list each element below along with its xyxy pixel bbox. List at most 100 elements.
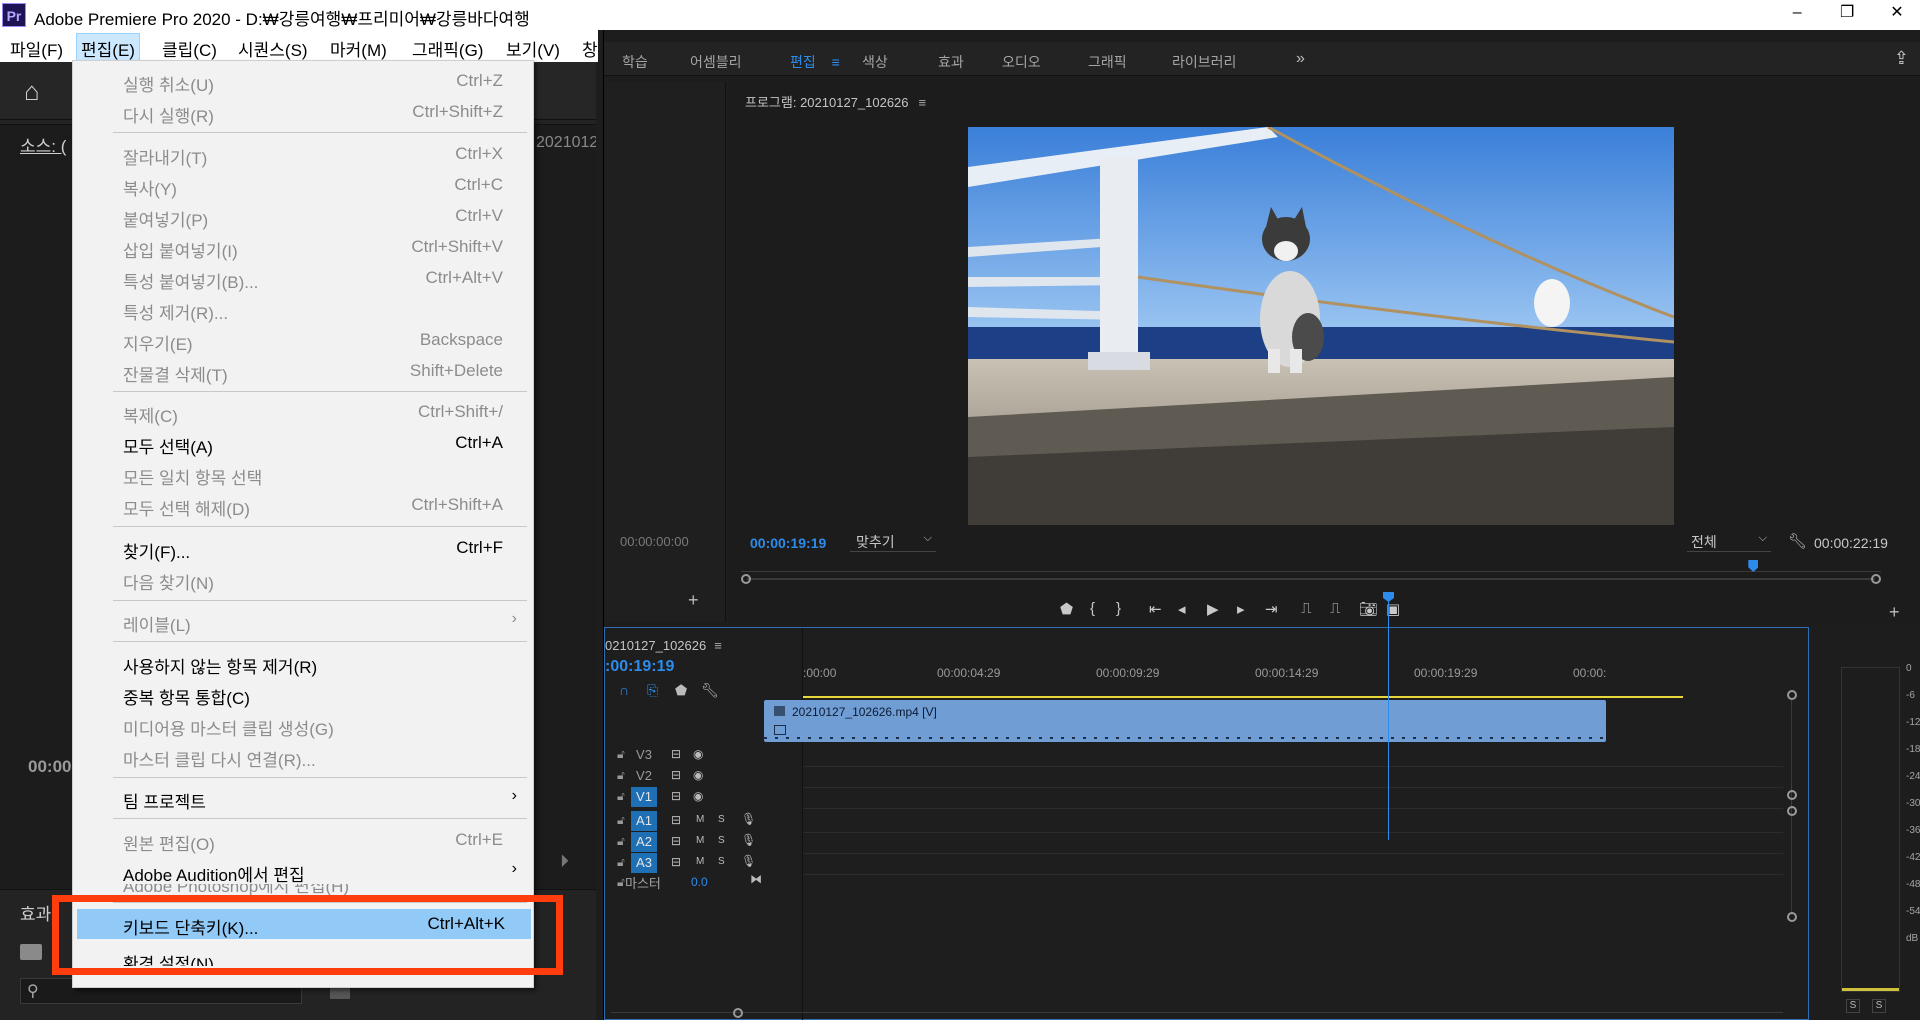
menu-item-undo[interactable]: 실행 취소(U) Ctrl+Z bbox=[73, 66, 533, 96]
microphone-icon[interactable]: 🎙︎ bbox=[741, 812, 756, 826]
menu-item-consolidate-duplicates[interactable]: 중복 항목 통합(C) bbox=[73, 679, 533, 709]
timeline-horizontal-scrollbar[interactable] bbox=[605, 1008, 1783, 1018]
menu-item-duplicate[interactable]: 복제(C) Ctrl+Shift+/ bbox=[73, 397, 533, 427]
step-forward-icon[interactable]: ▸ bbox=[1237, 600, 1245, 618]
master-volume-value[interactable]: 0.0 bbox=[691, 875, 708, 889]
workspace-tab-editing[interactable]: 편집 ≡ bbox=[790, 52, 840, 72]
menu-item-cut[interactable]: 잘라내기(T) Ctrl+X bbox=[73, 139, 533, 169]
minimize-button[interactable]: – bbox=[1774, 0, 1820, 30]
menu-edit[interactable]: 편집(E) bbox=[76, 33, 140, 62]
menu-item-redo[interactable]: 다시 실행(R) Ctrl+Shift+Z bbox=[73, 97, 533, 127]
mute-button[interactable]: M bbox=[696, 835, 704, 846]
menu-sequence[interactable]: 시퀀스(S) bbox=[234, 35, 312, 62]
workspace-tab-assembly[interactable]: 어셈블리 bbox=[690, 52, 742, 72]
eye-icon[interactable]: ◉ bbox=[693, 789, 703, 803]
sequence-tab[interactable]: 0210127_102626 ≡ bbox=[605, 638, 722, 653]
panel-menu-icon[interactable]: ≡ bbox=[919, 95, 927, 110]
track-target-v1[interactable]: V1 bbox=[631, 787, 657, 807]
add-marker-icon[interactable]: ⬟ bbox=[1060, 600, 1073, 618]
sync-lock-icon[interactable]: ⊟ bbox=[671, 855, 681, 869]
add-marker-icon[interactable]: ⬟ bbox=[675, 682, 687, 699]
menu-item-relink-master-clip[interactable]: 마스터 클립 다시 연결(R)... bbox=[73, 741, 533, 771]
work-area-bar[interactable] bbox=[803, 696, 1683, 698]
lift-icon[interactable]: ⎍ bbox=[1301, 600, 1312, 617]
lock-icon[interactable]: 🔓︎ bbox=[617, 789, 625, 804]
menu-item-select-all[interactable]: 모두 선택(A) Ctrl+A bbox=[73, 428, 533, 458]
sync-lock-icon[interactable]: ⊟ bbox=[671, 789, 681, 803]
scroll-handle-mid2[interactable] bbox=[1787, 806, 1797, 816]
playback-resolution-dropdown[interactable]: 전체 ⌵ bbox=[1687, 530, 1771, 552]
scroll-handle-top[interactable] bbox=[1787, 690, 1797, 700]
microphone-icon[interactable]: 🎙︎ bbox=[741, 833, 756, 847]
scroll-handle-mid[interactable] bbox=[1787, 790, 1797, 800]
sync-lock-icon[interactable]: ⊟ bbox=[671, 813, 681, 827]
go-to-end-icon[interactable]: ⧓ bbox=[750, 872, 762, 886]
menu-item-find-next[interactable]: 다음 찾기(N) bbox=[73, 564, 533, 594]
menu-view[interactable]: 보기(V) bbox=[502, 35, 564, 62]
scroll-handle-right[interactable] bbox=[1871, 574, 1881, 584]
menu-marker[interactable]: 마커(M) bbox=[326, 35, 391, 62]
track-target-v2[interactable]: V2 bbox=[631, 766, 657, 786]
wrench-settings-icon[interactable]: 🔧︎ bbox=[1788, 532, 1807, 550]
menu-graphics[interactable]: 그래픽(G) bbox=[408, 35, 487, 62]
menu-item-ripple-delete[interactable]: 잔물결 삭제(T) Shift+Delete bbox=[73, 356, 533, 386]
camera-export-frame-icon[interactable]: 📷︎ bbox=[1359, 600, 1378, 618]
program-current-timecode[interactable]: 00:00:19:19 bbox=[750, 535, 826, 551]
sync-lock-icon[interactable]: ⊟ bbox=[671, 768, 681, 782]
timeline-vertical-scrollbar[interactable] bbox=[1785, 690, 1799, 922]
menu-item-copy[interactable]: 복사(Y) Ctrl+C bbox=[73, 170, 533, 200]
play-icon[interactable]: ▶ bbox=[1207, 600, 1219, 618]
menu-item-select-all-matching[interactable]: 모든 일치 항목 선택 bbox=[73, 459, 533, 489]
workspace-tab-color[interactable]: 색상 bbox=[862, 52, 888, 72]
lock-icon[interactable]: 🔓︎ bbox=[617, 875, 625, 890]
go-to-in-icon[interactable]: ⇤ bbox=[1149, 600, 1162, 618]
scroll-handle-left[interactable] bbox=[733, 1008, 743, 1018]
solo-button[interactable]: S bbox=[718, 856, 725, 867]
timeline-playhead-line[interactable] bbox=[1388, 600, 1389, 840]
lock-icon[interactable]: 🔓︎ bbox=[617, 834, 625, 849]
track-target-a3[interactable]: A3 bbox=[631, 853, 657, 873]
microphone-icon[interactable]: 🎙︎ bbox=[741, 854, 756, 868]
menu-item-label[interactable]: 레이블(L) › bbox=[73, 606, 533, 636]
menu-item-paste[interactable]: 붙여넣기(P) Ctrl+V bbox=[73, 201, 533, 231]
extract-icon[interactable]: ⎍ bbox=[1330, 600, 1341, 617]
scroll-handle-bottom[interactable] bbox=[1787, 912, 1797, 922]
menu-item-remove-attributes[interactable]: 특성 제거(R)... bbox=[73, 294, 533, 324]
timeline-timecode[interactable]: :00:19:19 bbox=[605, 658, 674, 676]
lock-icon[interactable]: 🔓︎ bbox=[617, 768, 625, 783]
source-play-icon[interactable]: ⏵ bbox=[560, 851, 569, 872]
eye-icon[interactable]: ◉ bbox=[693, 747, 703, 761]
step-back-icon[interactable]: ◂ bbox=[1178, 600, 1186, 618]
workspace-tab-audio[interactable]: 오디오 bbox=[1002, 52, 1041, 72]
workspace-tab-effects[interactable]: 효과 bbox=[938, 52, 964, 72]
track-target-v3[interactable]: V3 bbox=[631, 745, 657, 765]
lock-icon[interactable]: 🔓︎ bbox=[617, 747, 625, 762]
video-clip[interactable]: 20210127_102626.mp4 [V] bbox=[764, 700, 1606, 724]
menu-item-remove-unused[interactable]: 사용하지 않는 항목 제거(R) bbox=[73, 648, 533, 678]
go-to-out-icon[interactable]: ⇥ bbox=[1265, 600, 1278, 618]
workspace-tab-libraries[interactable]: 라이브러리 bbox=[1172, 52, 1236, 72]
add-button-icon[interactable]: + bbox=[688, 590, 699, 611]
mute-button[interactable]: M bbox=[696, 856, 704, 867]
menu-clip[interactable]: 클립(C) bbox=[158, 35, 221, 62]
menu-item-team-project[interactable]: 팀 프로젝트 › bbox=[73, 783, 533, 813]
audio-clip[interactable] bbox=[764, 722, 1606, 742]
workspace-tab-graphics[interactable]: 그래픽 bbox=[1088, 52, 1127, 72]
timeline-time-ruler[interactable]: :00:00 00:00:04:29 00:00:09:29 00:00:14:… bbox=[803, 664, 1783, 704]
close-button[interactable]: ✕ bbox=[1874, 0, 1920, 30]
source-panel-tab[interactable]: 소스: ( bbox=[20, 132, 66, 157]
eye-icon[interactable]: ◉ bbox=[693, 768, 703, 782]
maximize-button[interactable]: ❐ bbox=[1824, 0, 1870, 30]
home-icon[interactable]: ⌂ bbox=[24, 76, 40, 107]
workspace-tab-learn[interactable]: 학습 bbox=[622, 52, 648, 72]
workspace-overflow-icon[interactable]: » bbox=[1296, 50, 1305, 68]
lock-icon[interactable]: 🔓︎ bbox=[617, 855, 625, 870]
sync-lock-icon[interactable]: ⊟ bbox=[671, 834, 681, 848]
mark-in-icon[interactable]: { bbox=[1090, 600, 1095, 617]
track-target-a2[interactable]: A2 bbox=[631, 832, 657, 852]
scroll-handle-left[interactable] bbox=[741, 574, 751, 584]
menu-item-edit-in-audition[interactable]: Adobe Audition에서 편집 › bbox=[73, 856, 533, 886]
solo-button[interactable]: S bbox=[718, 814, 725, 825]
menu-item-paste-attributes[interactable]: 특성 붙여넣기(B)... Ctrl+Alt+V bbox=[73, 263, 533, 293]
snap-magnet-icon[interactable]: ∩ bbox=[619, 682, 629, 698]
